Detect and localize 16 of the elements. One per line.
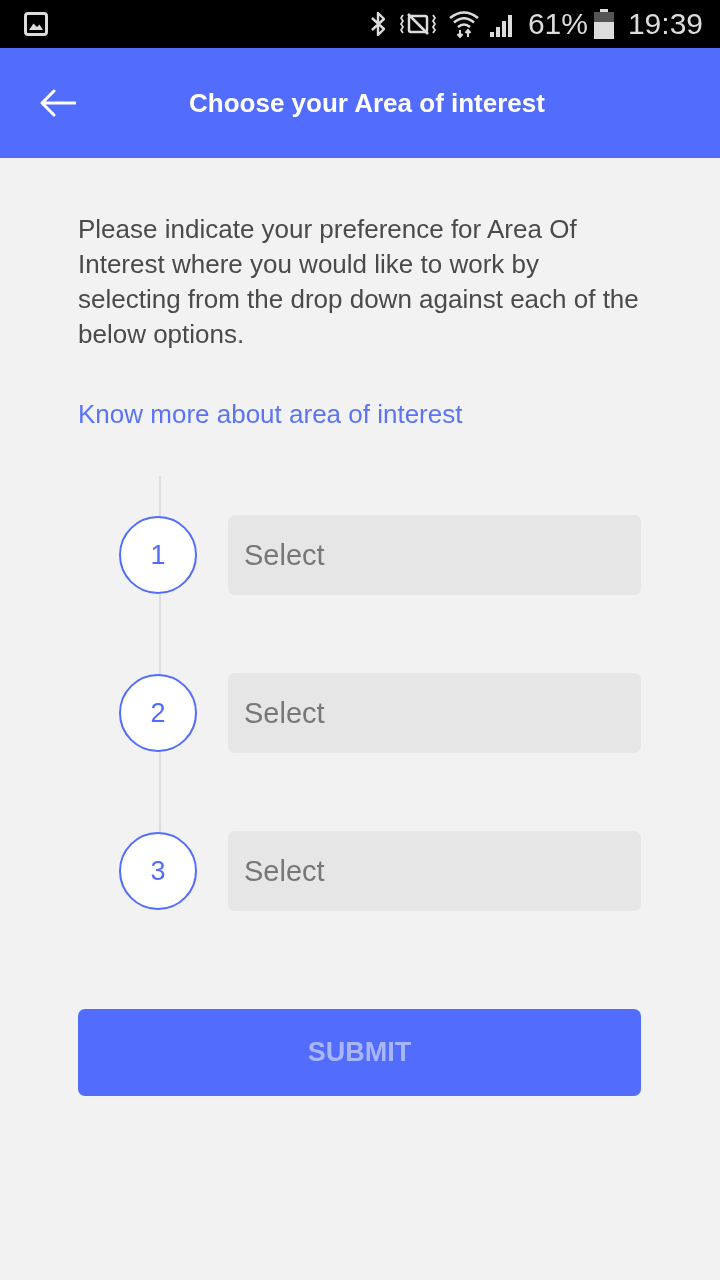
step-number: 3 xyxy=(119,832,197,910)
step-number: 2 xyxy=(119,674,197,752)
battery-icon xyxy=(593,9,614,39)
vibrate-off-icon xyxy=(399,12,436,36)
arrow-left-icon xyxy=(40,89,76,117)
clock-time: 19:39 xyxy=(627,6,703,42)
step-number: 1 xyxy=(119,516,197,594)
image-icon xyxy=(24,12,48,36)
battery-percent: 61% xyxy=(527,6,588,42)
dropdown-field[interactable]: Select xyxy=(228,831,641,911)
dropdown-field[interactable]: Select xyxy=(228,673,641,753)
wifi-icon xyxy=(448,10,479,38)
instructions-text: Please indicate your preference for Area Of Interest where you would like to work by selecting from the drop down against each of the below options. xyxy=(78,213,640,351)
screen-title: Choose your Area of interest xyxy=(188,87,546,119)
know-more-link[interactable]: Know more about area of interest xyxy=(78,397,463,432)
dropdown-field[interactable]: Select xyxy=(228,515,641,595)
